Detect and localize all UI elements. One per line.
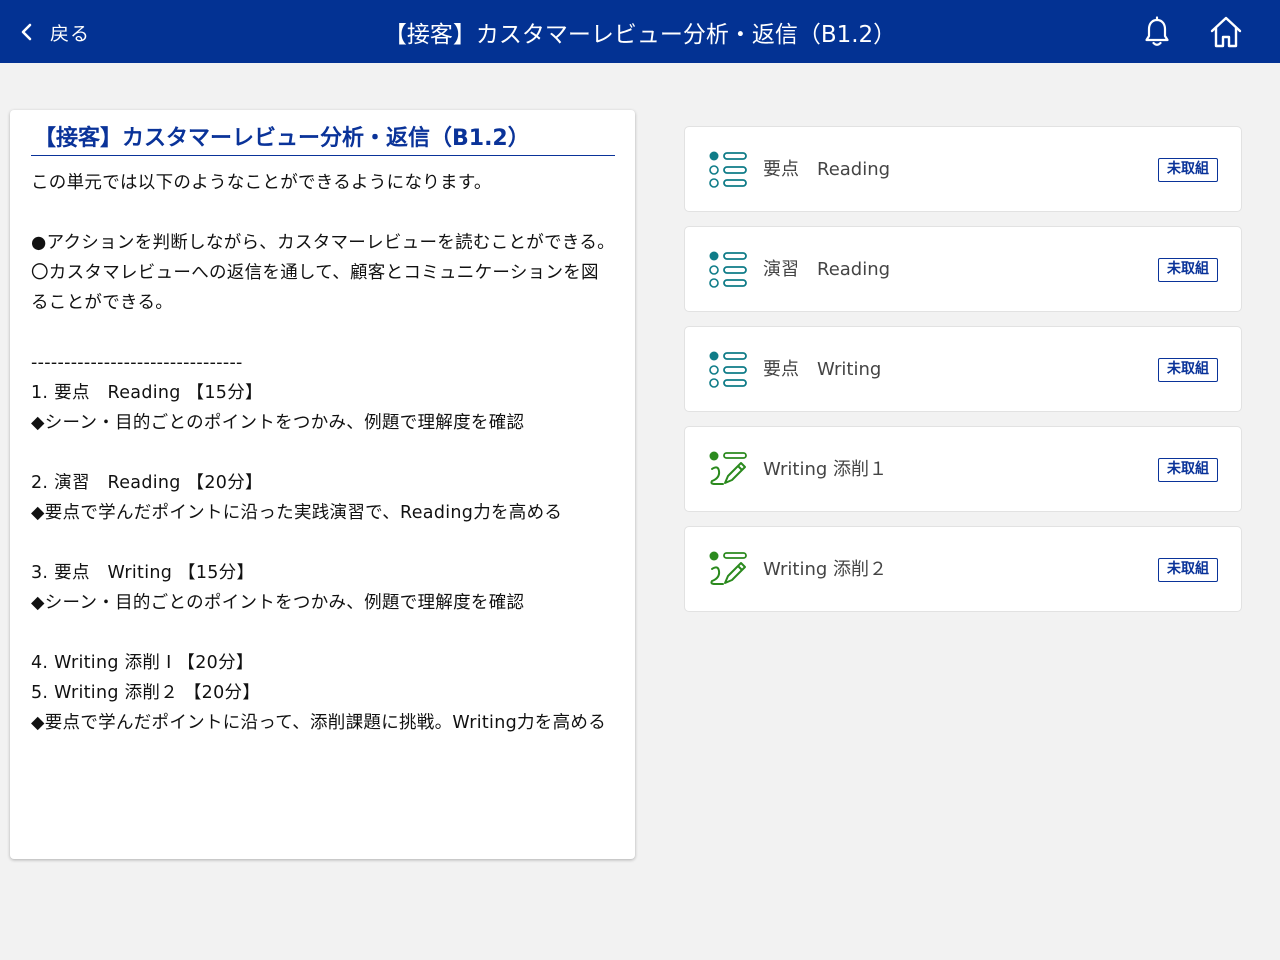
description-line: ◆要点で学んだポイントに沿って、添削課題に挑戦。Writing力を高める [31, 713, 607, 733]
lesson-name: Writing 添削１ [763, 459, 888, 480]
status-badge: 未取組 [1158, 458, 1218, 482]
description-line [31, 318, 615, 348]
description-line [31, 198, 615, 228]
lesson-item-writing-key-points[interactable]: 要点 Writing 未取組 [684, 326, 1242, 412]
status-badge: 未取組 [1158, 558, 1218, 582]
lesson-item-reading-practice[interactable]: 演習 Reading 未取組 [684, 226, 1242, 312]
list-icon [709, 251, 747, 288]
notification-button[interactable] [1143, 16, 1171, 48]
description-line: ◆要点で学んだポイントに沿った実践演習で、Reading力を高める [31, 503, 563, 523]
pencil-edit-icon [709, 451, 747, 485]
lesson-name: Writing 添削２ [763, 559, 888, 580]
description-line: ◆シーン・目的ごとのポイントをつかみ、例題で理解度を確認 [31, 413, 525, 433]
pencil-edit-icon [709, 551, 747, 585]
back-label: 戻る [50, 22, 91, 45]
status-badge: 未取組 [1158, 158, 1218, 182]
lesson-name: 演習 Reading [763, 259, 891, 280]
lesson-item-writing-correction-1[interactable]: Writing 添削１ 未取組 [684, 426, 1242, 512]
description-line: 〇カスタマレビューへの返信を通して、顧客とコミュニケーションを図ることができる。 [31, 263, 599, 313]
unit-description-card: 【接客】カスタマーレビュー分析・返信（B1.2） この単元では以下のようなことが… [10, 110, 635, 859]
description-line: 1. 要点 Reading 【15分】 [31, 383, 263, 403]
home-button[interactable] [1209, 15, 1243, 49]
description-line: -------------------------------- [31, 353, 243, 373]
description-line: 2. 演習 Reading 【20分】 [31, 473, 263, 493]
list-icon [709, 151, 747, 188]
status-badge: 未取組 [1158, 258, 1218, 282]
lesson-item-reading-key-points[interactable]: 要点 Reading 未取組 [684, 126, 1242, 212]
page-title: 【接客】カスタマーレビュー分析・返信（B1.2） [383, 22, 897, 48]
lesson-name: 要点 Writing [763, 359, 882, 380]
bell-icon [1145, 16, 1169, 46]
description-line [31, 528, 615, 558]
status-badge: 未取組 [1158, 358, 1218, 382]
description-line: 4. Writing 添削 I 【20分】 [31, 653, 254, 673]
lesson-name: 要点 Reading [763, 159, 891, 180]
unit-description: この単元では以下のようなことができるようになります。 ●アクションを判断しながら… [31, 168, 615, 738]
lesson-item-writing-correction-2[interactable]: Writing 添削２ 未取組 [684, 526, 1242, 612]
home-icon [1210, 16, 1242, 48]
description-line: 3. 要点 Writing 【15分】 [31, 563, 255, 583]
description-line: この単元では以下のようなことができるようになります。 [31, 173, 492, 193]
description-line [31, 618, 615, 648]
unit-title: 【接客】カスタマーレビュー分析・返信（B1.2） [31, 124, 615, 156]
description-line: 5. Writing 添削２ 【20分】 [31, 683, 261, 703]
description-line: ●アクションを判断しながら、カスタマーレビューを読むことができる。 [31, 233, 615, 253]
top-bar: 戻る 【接客】カスタマーレビュー分析・返信（B1.2） [0, 0, 1280, 63]
back-button[interactable]: 戻る [18, 18, 90, 46]
list-icon [709, 351, 747, 388]
chevron-left-icon [21, 23, 32, 41]
description-line: ◆シーン・目的ごとのポイントをつかみ、例題で理解度を確認 [31, 593, 525, 613]
description-line [31, 438, 615, 468]
